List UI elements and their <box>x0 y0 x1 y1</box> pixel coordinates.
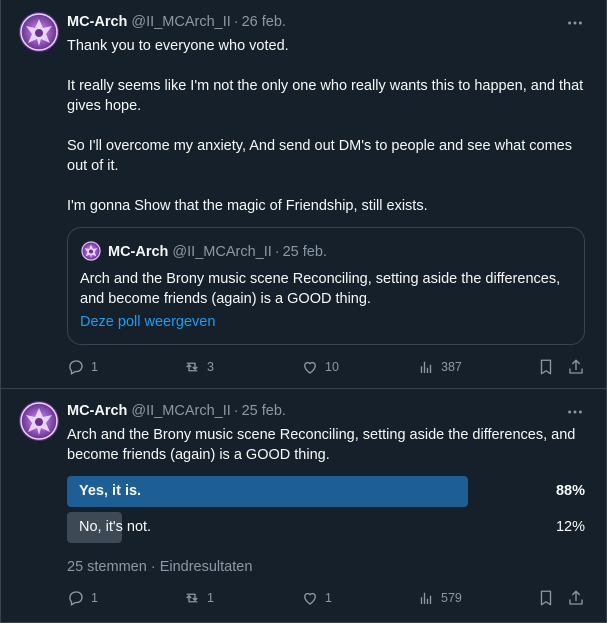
share-icon <box>569 590 583 605</box>
quoted-tweet[interactable]: MC-Arch @II_MCArch_II · 25 feb. Arch and t… <box>67 227 585 345</box>
heart-icon <box>304 361 316 374</box>
author-handle[interactable]: @II_MCArch_II <box>131 403 230 419</box>
bar-chart-icon <box>420 592 432 604</box>
poll-status: Eindresultaten <box>159 559 253 575</box>
poll-option: Yes, it is. 88% <box>67 476 585 507</box>
tweet-text: Thank you to everyone who voted. It real… <box>67 38 584 214</box>
avatar-emblem-icon <box>81 241 101 261</box>
quote-header: MC-Arch @II_MCArch_II · 25 feb. <box>108 244 327 260</box>
views-button[interactable]: 387 <box>417 358 462 376</box>
bookmark-button[interactable] <box>537 589 555 607</box>
bar-chart-icon <box>420 361 432 373</box>
tweet[interactable]: MC-Arch @II_MCArch_II · 26 feb. Thank you … <box>0 0 607 389</box>
poll-option: No, it's not. 12% <box>67 512 585 543</box>
avatar-emblem-icon <box>20 402 58 440</box>
retweet-count: 3 <box>207 360 214 374</box>
like-count: 10 <box>325 360 339 374</box>
tweet-date[interactable]: 25 feb. <box>242 403 286 419</box>
poll-option-label: Yes, it is. <box>79 483 142 499</box>
more-options-button[interactable] <box>565 402 585 422</box>
like-button[interactable]: 10 <box>301 358 339 376</box>
retweet-icon <box>186 593 198 603</box>
views-button[interactable]: 579 <box>417 589 462 607</box>
more-icon <box>568 410 582 414</box>
author-meta: @II_MCArch_II · 26 feb. <box>131 14 286 30</box>
share-icon <box>569 359 583 374</box>
author-handle[interactable]: @II_MCArch_II <box>131 14 230 30</box>
reply-button[interactable]: 1 <box>67 358 98 376</box>
quote-date: 25 feb. <box>282 244 327 260</box>
quote-text: Arch and the Brony music scene Reconcili… <box>80 271 565 307</box>
avatar-emblem-icon <box>20 13 58 51</box>
quote-avatar <box>81 241 101 261</box>
share-button[interactable] <box>567 589 585 607</box>
reply-button[interactable]: 1 <box>67 589 98 607</box>
meta-separator: · <box>233 14 239 30</box>
retweet-count: 1 <box>207 591 214 605</box>
retweet-button[interactable]: 1 <box>183 589 214 607</box>
retweet-button[interactable]: 3 <box>183 358 214 376</box>
quote-author-name: MC-Arch <box>108 244 169 260</box>
quote-author-handle: @II_MCArch_II <box>172 244 272 260</box>
more-options-button[interactable] <box>565 13 585 33</box>
meta-separator: · <box>150 559 156 575</box>
avatar[interactable] <box>19 12 59 52</box>
show-poll-link[interactable]: Deze poll weergeven <box>80 314 215 330</box>
poll-option-percent: 12% <box>555 519 585 535</box>
tweet-header: MC-Arch @II_MCArch_II · 25 feb. <box>67 403 286 419</box>
poll-vote-count: 25 stemmen <box>67 559 147 575</box>
more-icon <box>568 21 582 25</box>
poll-option-label: No, it's not. <box>79 519 152 535</box>
share-button[interactable] <box>567 358 585 376</box>
tweet-date[interactable]: 26 feb. <box>242 14 286 30</box>
avatar[interactable] <box>19 401 59 441</box>
author-name[interactable]: MC-Arch <box>67 403 127 419</box>
poll-footer: 25 stemmen · Eindresultaten <box>67 559 252 575</box>
reply-count: 1 <box>91 591 98 605</box>
poll-option-percent: 88% <box>555 483 585 499</box>
bookmark-button[interactable] <box>537 358 555 376</box>
author-meta: @II_MCArch_II · 25 feb. <box>131 403 286 419</box>
reply-icon <box>69 360 83 375</box>
reply-icon <box>69 591 83 606</box>
meta-separator: · <box>274 244 280 260</box>
views-count: 579 <box>441 591 462 605</box>
views-count: 387 <box>441 360 462 374</box>
bookmark-icon <box>540 590 552 606</box>
meta-separator: · <box>233 403 239 419</box>
retweet-icon <box>186 362 198 372</box>
heart-icon <box>304 592 316 605</box>
like-button[interactable]: 1 <box>301 589 332 607</box>
bookmark-icon <box>540 359 552 375</box>
tweet-text: Arch and the Brony music scene Reconcili… <box>67 427 580 463</box>
tweet-header: MC-Arch @II_MCArch_II · 26 feb. <box>67 14 286 30</box>
tweet-actions: 1 3 10 387 <box>67 358 585 378</box>
tweet-actions: 1 1 1 579 <box>67 589 585 609</box>
reply-count: 1 <box>91 360 98 374</box>
tweet[interactable]: MC-Arch @II_MCArch_II · 25 feb. Arch and t… <box>0 389 607 623</box>
author-name[interactable]: MC-Arch <box>67 14 127 30</box>
quote-author-meta: @II_MCArch_II · 25 feb. <box>172 244 327 260</box>
like-count: 1 <box>325 591 332 605</box>
